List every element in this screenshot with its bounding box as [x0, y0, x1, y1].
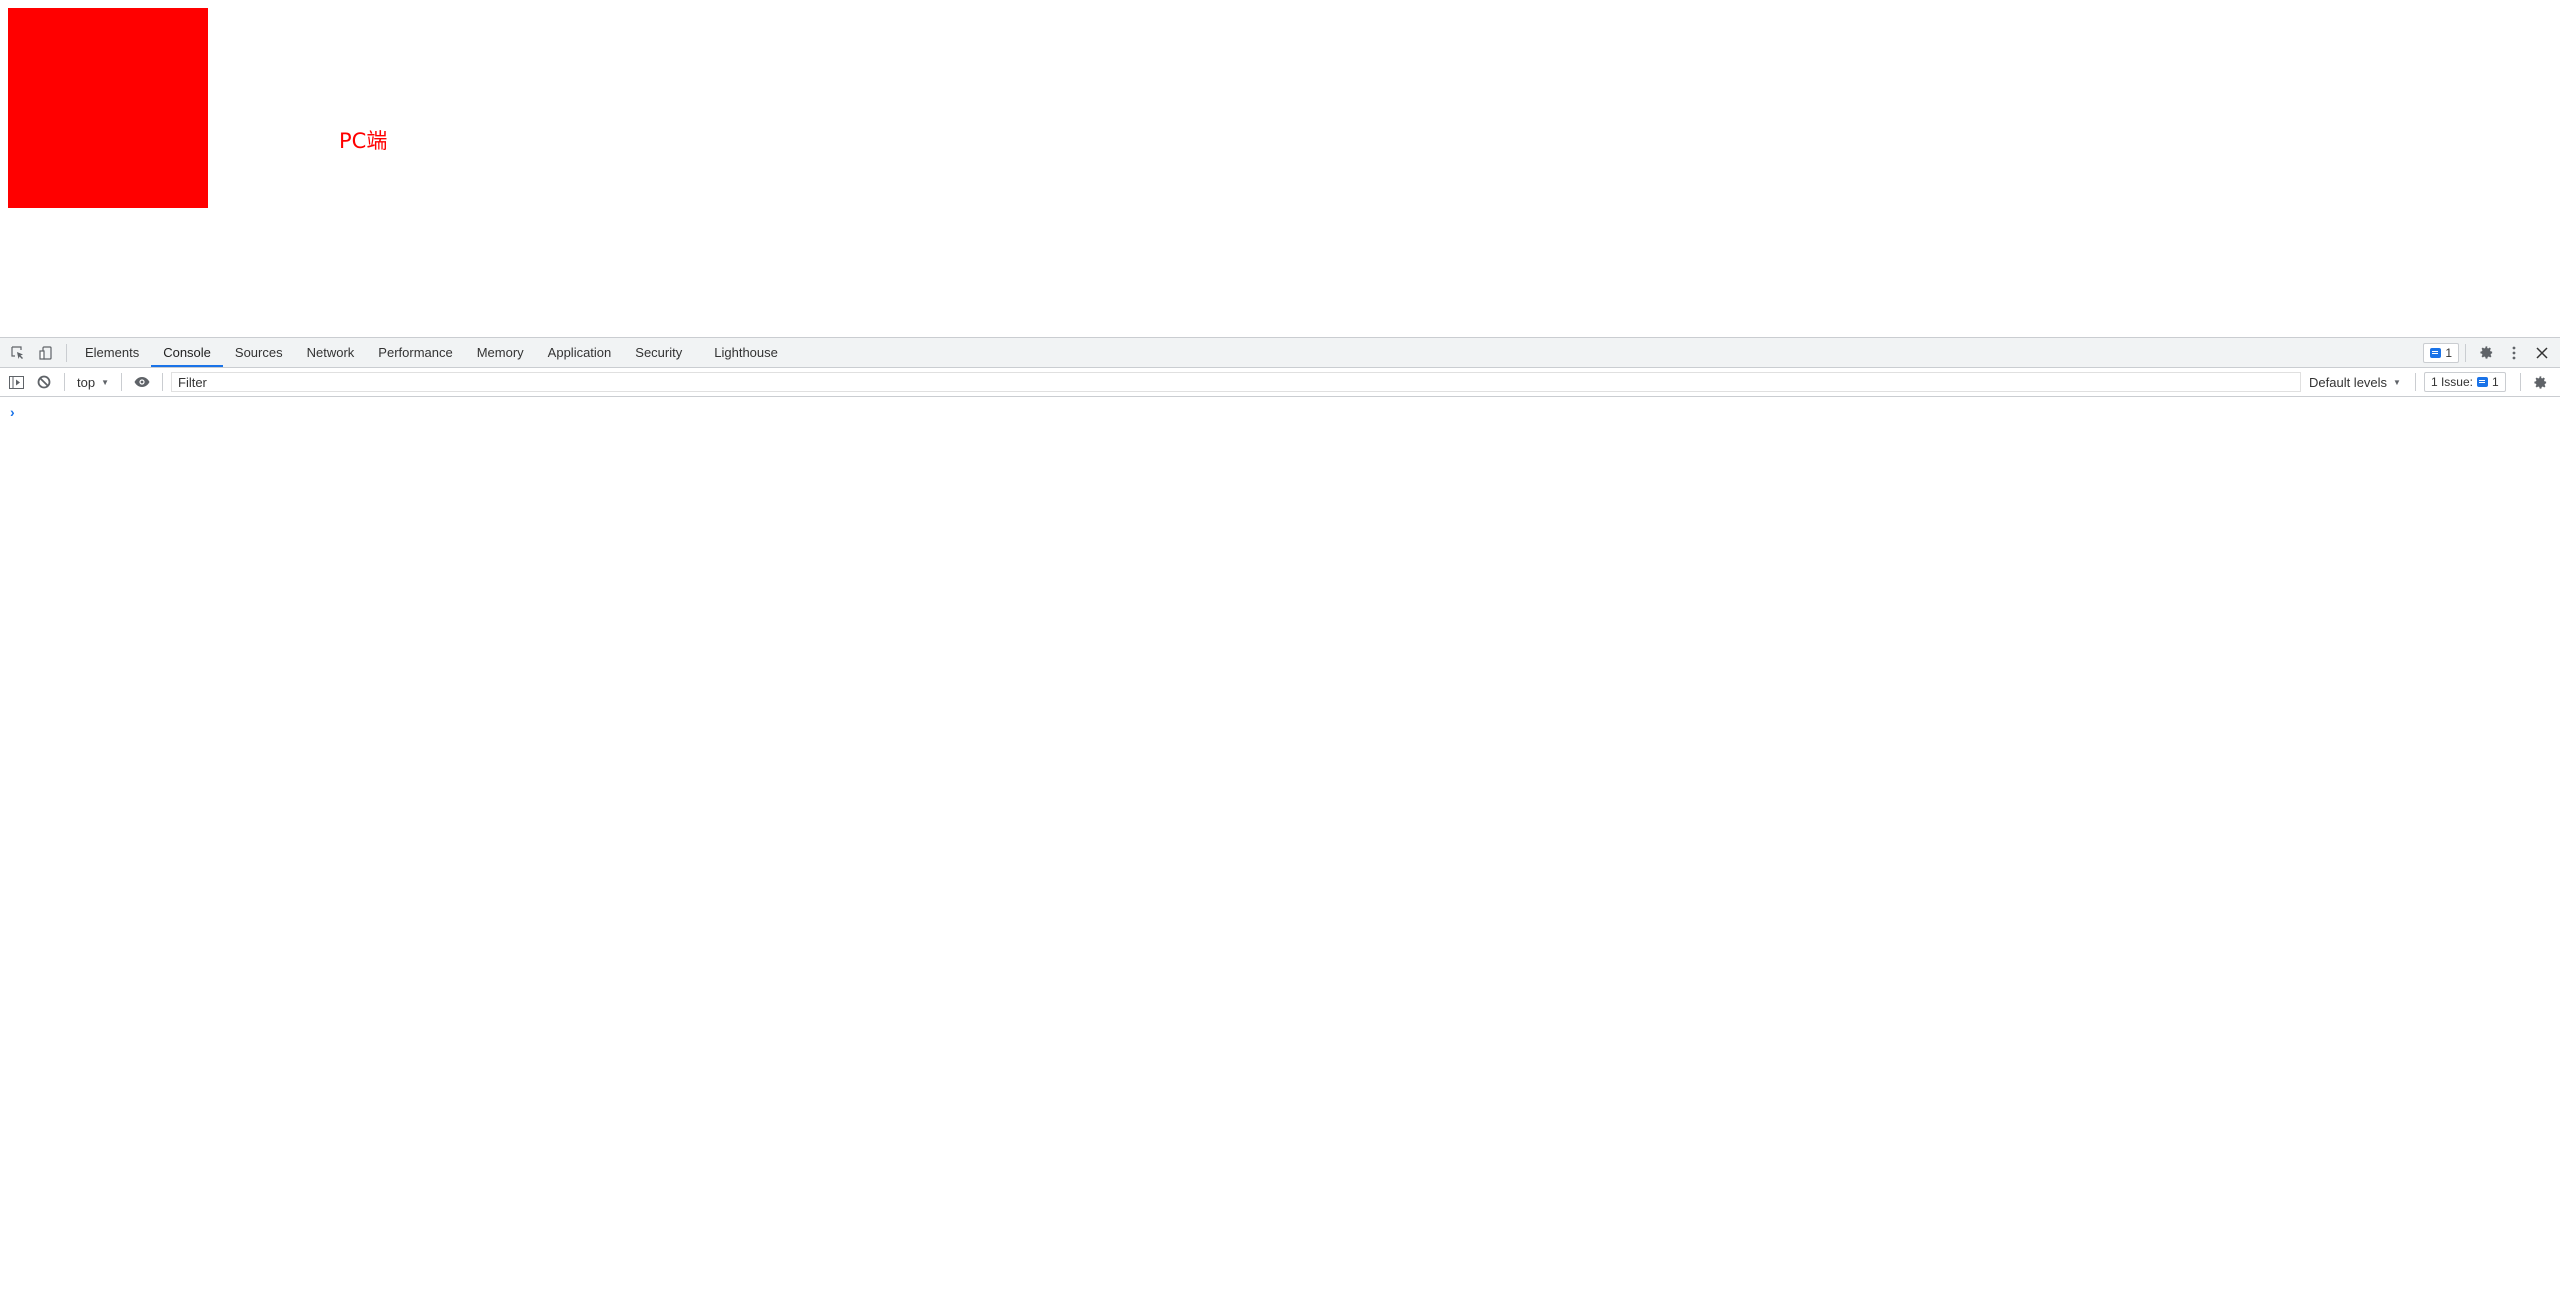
divider	[64, 373, 65, 391]
devtools-right-controls: 1	[2423, 338, 2556, 367]
message-icon	[2430, 347, 2442, 358]
device-toolbar-icon	[39, 345, 53, 360]
tab-lighthouse[interactable]: Lighthouse	[694, 338, 790, 367]
divider	[66, 343, 67, 362]
issues-badge-count: 1	[2445, 345, 2452, 360]
show-sidebar-button[interactable]	[2, 368, 30, 396]
dropdown-arrow-icon: ▼	[2393, 377, 2401, 387]
console-settings-button[interactable]	[2527, 368, 2555, 396]
tab-application[interactable]: Application	[536, 338, 624, 367]
issues-label: 1 Issue:	[2430, 375, 2473, 389]
divider	[2414, 373, 2416, 391]
settings-button[interactable]	[2472, 339, 2500, 367]
pc-label: PC端	[339, 129, 388, 153]
device-toolbar-button[interactable]	[32, 339, 60, 367]
divider	[162, 373, 163, 391]
dropdown-arrow-icon: ▼	[101, 377, 109, 387]
message-icon	[2477, 377, 2488, 387]
tab-security[interactable]: Security	[623, 338, 694, 367]
eye-icon	[134, 376, 150, 388]
clear-icon	[37, 375, 51, 389]
tab-sources[interactable]: Sources	[223, 338, 295, 367]
more-vertical-icon	[2512, 346, 2516, 360]
close-icon	[2536, 346, 2548, 359]
clear-console-button[interactable]	[30, 368, 58, 396]
close-devtools-button[interactable]	[2528, 339, 2556, 367]
tab-console[interactable]: Console	[151, 338, 223, 367]
more-options-button[interactable]	[2500, 339, 2528, 367]
devtools-tabbar: Elements Console Sources Network Perform…	[0, 338, 2560, 368]
log-levels-dropdown[interactable]: Default levels ▼	[2301, 375, 2409, 390]
context-selector[interactable]: top ▼	[71, 375, 115, 390]
sidebar-toggle-icon	[8, 375, 24, 389]
red-box	[8, 8, 208, 208]
log-levels-label: Default levels	[2309, 374, 2388, 390]
inspect-element-button[interactable]	[4, 339, 32, 367]
live-expression-button[interactable]	[128, 368, 156, 396]
console-prompt[interactable]: ›	[10, 404, 15, 420]
issues-badge-button[interactable]: 1	[2423, 342, 2459, 363]
page-content: PC端	[0, 0, 2560, 337]
inspect-element-icon	[11, 345, 25, 360]
devtools-panel: Elements Console Sources Network Perform…	[0, 337, 2560, 1297]
filter-input[interactable]	[171, 372, 2301, 392]
console-toolbar: top ▼ Default levels ▼ 1 Issue: 1	[0, 368, 2560, 397]
settings-icon	[2479, 345, 2494, 360]
issues-count: 1	[2492, 375, 2499, 389]
tab-performance[interactable]: Performance	[366, 338, 464, 367]
context-value: top	[77, 374, 96, 390]
tab-network[interactable]: Network	[295, 338, 367, 367]
divider	[2465, 343, 2466, 362]
issues-button[interactable]: 1 Issue: 1	[2423, 372, 2506, 392]
divider	[121, 373, 122, 391]
settings-icon	[2533, 375, 2548, 390]
tab-elements[interactable]: Elements	[73, 338, 151, 367]
tab-memory[interactable]: Memory	[465, 338, 536, 367]
divider	[2519, 373, 2521, 391]
